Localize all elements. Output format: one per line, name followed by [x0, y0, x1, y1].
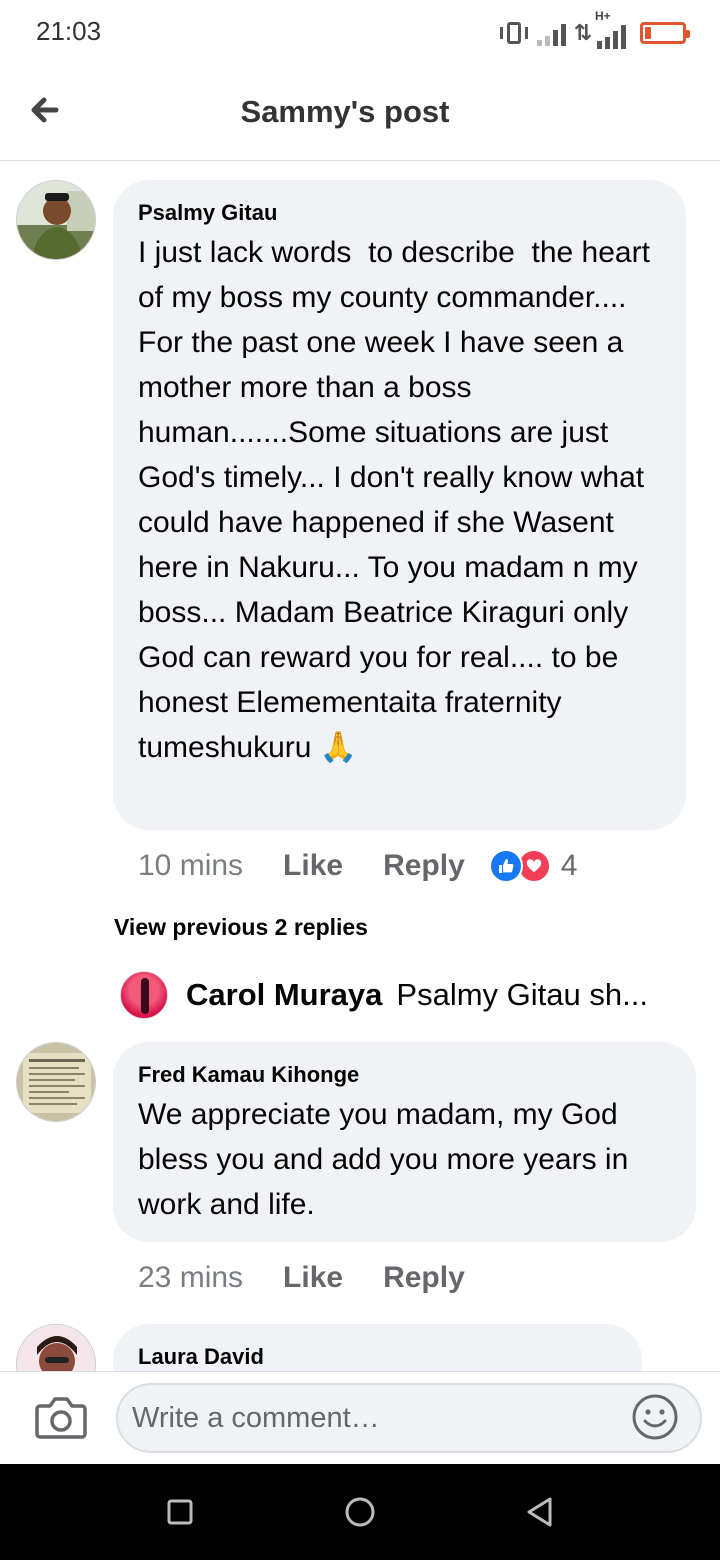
- avatar[interactable]: [16, 180, 96, 260]
- comment-composer: [0, 1371, 720, 1464]
- comment-author[interactable]: Laura David: [138, 1344, 264, 1370]
- like-button[interactable]: Like: [283, 849, 343, 883]
- status-time: 21:03: [36, 16, 102, 46]
- network-signal-icon: H+: [595, 9, 626, 49]
- status-bar: 21:03 ⇅ H+: [0, 0, 720, 66]
- back-system-button[interactable]: [520, 1492, 560, 1532]
- circle-icon: [345, 1497, 375, 1527]
- reaction-summary[interactable]: 4: [488, 849, 578, 883]
- praying-hands-icon: 🙏: [319, 731, 358, 764]
- reaction-count: 4: [560, 849, 578, 882]
- emoji-button[interactable]: [630, 1392, 680, 1442]
- app-header: Sammy's post: [0, 66, 720, 161]
- view-previous-replies-link[interactable]: View previous 2 replies: [114, 914, 368, 941]
- like-button[interactable]: Like: [283, 1261, 343, 1295]
- comment-bubble[interactable]: Psalmy Gitau I just lack words to descri…: [113, 180, 686, 830]
- like-icon: [488, 849, 523, 883]
- reply-snippet: Psalmy Gitau sh...: [396, 977, 648, 1012]
- camera-button[interactable]: [34, 1392, 88, 1442]
- avatar[interactable]: [16, 1042, 96, 1122]
- signal-icon: [536, 20, 566, 46]
- square-icon: [167, 1499, 193, 1525]
- profile-photo-fred: [17, 1043, 95, 1121]
- comment-bubble[interactable]: Fred Kamau Kihonge We appreciate you mad…: [113, 1042, 696, 1242]
- avatar[interactable]: [120, 971, 168, 1019]
- system-navigation-bar: [0, 1464, 720, 1560]
- comment-actions: 10 mins Like Reply 4: [138, 844, 577, 888]
- reply-button[interactable]: Reply: [383, 849, 465, 883]
- comment-text: We appreciate you madam, my God bless yo…: [138, 1098, 637, 1221]
- profile-photo-psalmy: [17, 181, 95, 259]
- home-button[interactable]: [340, 1492, 380, 1532]
- reply-author[interactable]: Carol Muraya: [186, 977, 382, 1013]
- comment-author[interactable]: Fred Kamau Kihonge: [138, 1062, 359, 1088]
- page-title: Sammy's post: [240, 94, 450, 129]
- smiley-icon: [632, 1394, 678, 1440]
- data-arrows-icon: ⇅: [573, 20, 593, 45]
- comment-timestamp: 23 mins: [138, 1261, 244, 1294]
- reply-button[interactable]: Reply: [383, 1261, 465, 1295]
- comment-input[interactable]: [116, 1383, 702, 1453]
- vibrate-icon: [499, 20, 529, 46]
- recents-button[interactable]: [160, 1492, 200, 1532]
- comment-actions: 23 mins Like Reply: [138, 1256, 465, 1300]
- reply-preview[interactable]: Carol Muraya Psalmy Gitau sh...: [120, 970, 690, 1020]
- battery-icon: [640, 22, 690, 44]
- camera-icon: [35, 1397, 87, 1439]
- comment-text: I just lack words to describe the heart …: [138, 236, 659, 764]
- comment-timestamp: 10 mins: [138, 849, 244, 882]
- status-icons: ⇅ H+: [499, 9, 690, 50]
- comment-author[interactable]: Psalmy Gitau: [138, 200, 277, 226]
- triangle-back-icon: [527, 1497, 552, 1527]
